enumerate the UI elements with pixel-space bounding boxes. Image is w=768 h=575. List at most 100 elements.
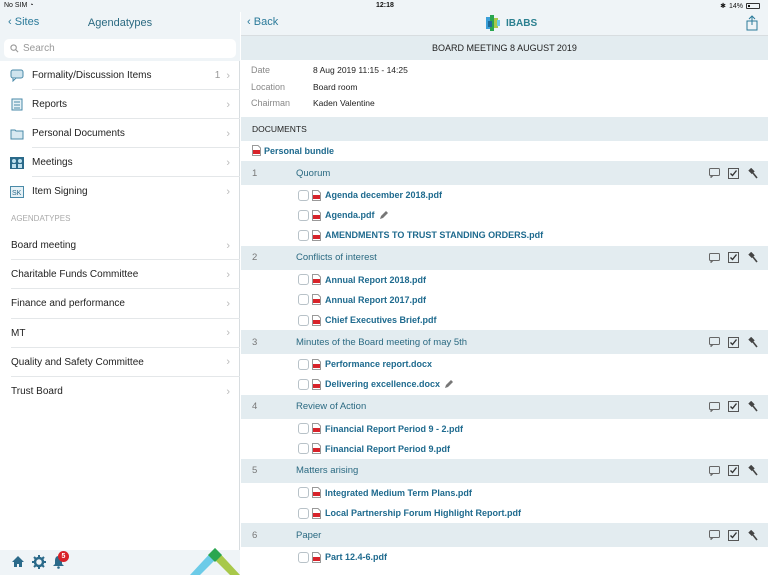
wifi-icon: ◔: [29, 2, 34, 9]
document-checkbox[interactable]: [298, 507, 309, 519]
document-row: Financial Report Period 9.pdf: [241, 439, 768, 459]
document-link[interactable]: Annual Report 2017.pdf: [325, 295, 426, 305]
checkbox-task-icon[interactable]: [728, 401, 739, 412]
sidebar-item-formality[interactable]: Formality/Discussion Items 1 ›: [0, 61, 240, 90]
document-row: Agenda.pdf: [241, 205, 768, 225]
info-row-date: Date 8 Aug 2019 11:15 - 14:25: [251, 62, 408, 79]
document-checkbox[interactable]: [298, 358, 309, 370]
agendatype-item[interactable]: Quality and Safety Committee ›: [0, 348, 240, 378]
checkbox-task-icon[interactable]: [728, 465, 739, 477]
personal-bundle-label: Personal bundle: [264, 145, 335, 156]
document-checkbox[interactable]: [298, 209, 309, 221]
document-checkbox[interactable]: [298, 314, 309, 326]
sidebar-item-reports[interactable]: Reports ›: [0, 90, 240, 119]
comment-icon[interactable]: [709, 401, 720, 412]
comment-icon[interactable]: [709, 465, 720, 476]
document-link[interactable]: Chief Executives Brief.pdf: [325, 315, 437, 325]
document-checkbox[interactable]: [298, 423, 309, 435]
pdf-icon: [312, 443, 321, 455]
sidebar-item-personal-documents[interactable]: Personal Documents ›: [0, 119, 240, 148]
document-link[interactable]: Delivering excellence.docx: [325, 379, 440, 389]
pdf-icon: [312, 189, 321, 201]
checkbox-task-icon[interactable]: [728, 252, 739, 264]
document-row: Chief Executives Brief.pdf: [241, 310, 768, 330]
gavel-icon[interactable]: [747, 529, 758, 541]
comment-icon[interactable]: [709, 337, 720, 348]
info-key: Location: [251, 81, 286, 92]
search-input[interactable]: [23, 43, 213, 54]
agendatype-item[interactable]: Board meeting ›: [0, 231, 240, 261]
agendatype-item[interactable]: MT ›: [0, 319, 240, 348]
agenda-item-header[interactable]: 5 Matters arising: [241, 458, 768, 483]
pdf-icon: [312, 274, 321, 286]
document-link[interactable]: Part 12.4-6.pdf: [325, 552, 387, 562]
comment-icon[interactable]: [709, 530, 720, 541]
agendatype-item[interactable]: Trust Board ›: [0, 377, 240, 406]
share-icon[interactable]: [746, 15, 758, 36]
sidebar-item-label: Formality/Discussion Items: [32, 70, 152, 81]
document-link[interactable]: Local Partnership Forum Highlight Report…: [325, 508, 521, 518]
info-value: Kaden Valentine: [313, 98, 375, 109]
agendatype-item[interactable]: Finance and performance ›: [0, 289, 240, 319]
agenda-item-title: Conflicts of interest: [296, 252, 377, 264]
document-checkbox[interactable]: [298, 551, 309, 563]
comment-icon[interactable]: [709, 168, 720, 178]
search-container: [0, 36, 240, 61]
agenda-item-number: 3: [252, 336, 258, 348]
gavel-icon[interactable]: [747, 465, 758, 476]
sidebar-item-meetings[interactable]: Meetings ›: [0, 148, 240, 177]
folder-icon: [10, 127, 24, 140]
agenda-item-header[interactable]: 2 Conflicts of interest: [241, 245, 768, 270]
battery-icon: [746, 3, 760, 9]
item-actions: [709, 401, 758, 412]
gavel-icon[interactable]: [747, 336, 758, 348]
sidebar-nav-bar: ‹ Sites Agendatypes: [0, 12, 240, 36]
document-checkbox[interactable]: [298, 229, 309, 241]
personal-bundle-link[interactable]: Personal bundle: [252, 145, 334, 156]
pdf-icon: [312, 378, 321, 390]
meeting-title: BOARD MEETING 8 AUGUST 2019: [241, 36, 768, 60]
checkbox-task-icon[interactable]: [728, 336, 739, 348]
sidebar-item-item-signing[interactable]: SK Item Signing ›: [0, 177, 240, 206]
chevron-left-icon: ‹: [247, 16, 251, 28]
agenda-item-header[interactable]: 1 Quorum: [241, 161, 768, 185]
agenda-item-header[interactable]: 6 Paper: [241, 523, 768, 548]
pdf-icon: [312, 423, 321, 435]
home-icon[interactable]: [11, 555, 25, 573]
document-checkbox[interactable]: [298, 294, 309, 306]
document-link[interactable]: AMENDMENTS TO TRUST STANDING ORDERS.pdf: [325, 230, 543, 240]
document-link[interactable]: Agenda december 2018.pdf: [325, 190, 442, 200]
document-link[interactable]: Performance report.docx: [325, 359, 432, 369]
agenda-item-number: 6: [252, 529, 258, 541]
agenda-item-header[interactable]: 4 Review of Action: [241, 394, 768, 419]
agenda-item-title: Paper: [296, 529, 322, 541]
document-link[interactable]: Annual Report 2018.pdf: [325, 275, 426, 285]
info-row-chairman: Chairman Kaden Valentine: [251, 95, 408, 112]
sidebar-menu: Formality/Discussion Items 1 › Reports ›…: [0, 61, 240, 206]
sidebar-item-label: Item Signing: [32, 186, 88, 197]
comment-icon[interactable]: [709, 252, 720, 263]
document-link[interactable]: Financial Report Period 9 - 2.pdf: [325, 424, 463, 434]
back-button[interactable]: ‹ Back: [247, 16, 278, 28]
document-link[interactable]: Agenda.pdf: [325, 210, 375, 220]
document-checkbox[interactable]: [298, 189, 309, 201]
agenda-item-header[interactable]: 3 Minutes of the Board meeting of may 5th: [241, 330, 768, 355]
carrier-text: No SIM: [4, 2, 28, 9]
document-checkbox[interactable]: [298, 443, 309, 455]
document-checkbox[interactable]: [298, 274, 309, 286]
gavel-icon[interactable]: [747, 401, 758, 412]
checkbox-task-icon[interactable]: [728, 529, 739, 541]
documents-header: DOCUMENTS: [241, 117, 768, 141]
document-checkbox[interactable]: [298, 487, 309, 499]
document-checkbox[interactable]: [298, 378, 309, 390]
gavel-icon[interactable]: [747, 252, 758, 263]
document-link[interactable]: Integrated Medium Term Plans.pdf: [325, 488, 472, 498]
gavel-icon[interactable]: [747, 167, 758, 179]
gear-icon[interactable]: [32, 555, 46, 574]
agendatype-label: Quality and Safety Committee: [11, 356, 144, 368]
agendatype-item[interactable]: Charitable Funds Committee ›: [0, 260, 240, 290]
checkbox-task-icon[interactable]: [728, 167, 739, 179]
document-link[interactable]: Financial Report Period 9.pdf: [325, 444, 450, 454]
agenda-item-number: 2: [252, 252, 258, 264]
search-field[interactable]: [4, 39, 236, 58]
